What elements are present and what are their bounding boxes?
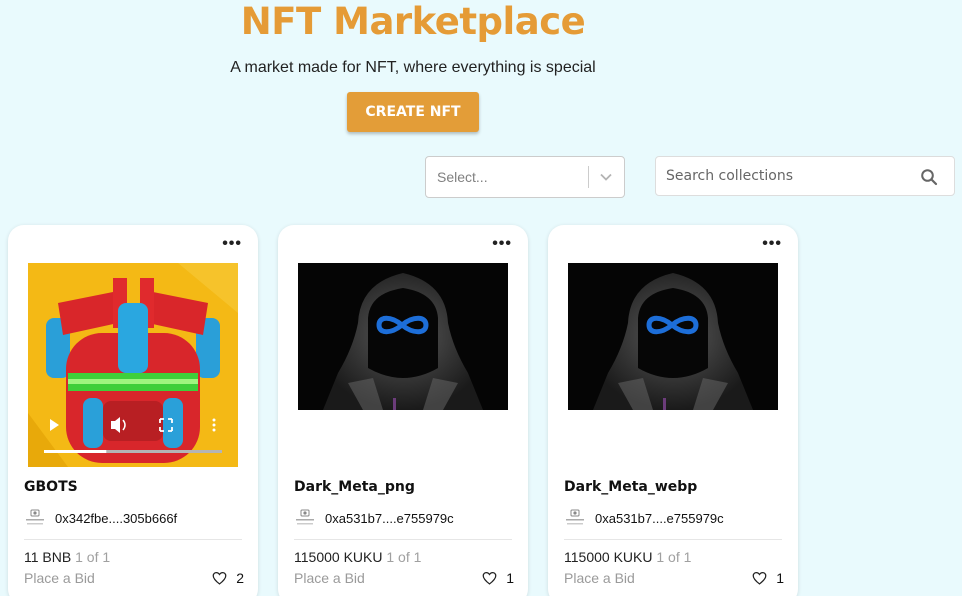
select-placeholder: Select...: [437, 169, 488, 185]
more-options-icon[interactable]: •••: [222, 236, 242, 252]
price: 115000 KUKU 1 of 1: [294, 549, 421, 565]
price: 11 BNB 1 of 1: [24, 549, 110, 565]
like-count: 1: [776, 570, 784, 586]
likes[interactable]: 1: [752, 570, 784, 586]
owner-address: 0xa531b7....e755979c: [325, 510, 454, 526]
gbots-robot-video-frame: [28, 263, 238, 467]
avatar: [566, 509, 584, 525]
owner-info[interactable]: 0xa531b7....e755979c: [294, 508, 454, 528]
heart-icon[interactable]: [752, 571, 767, 585]
nft-card[interactable]: ••• GBOTS 0x342fbe....305b666f 11 BNB 1 …: [8, 225, 258, 596]
price-value: 115000 KUKU: [564, 549, 653, 565]
price-value: 11 BNB: [24, 549, 72, 565]
edition-count: 1 of 1: [386, 549, 422, 565]
search-icon[interactable]: [920, 168, 938, 186]
place-bid-link[interactable]: Place a Bid: [564, 570, 635, 586]
owner-address: 0xa531b7....e755979c: [595, 510, 724, 526]
more-options-icon[interactable]: •••: [762, 236, 782, 252]
collection-select[interactable]: Select...: [425, 156, 625, 198]
divider: [294, 539, 512, 540]
create-nft-button[interactable]: CREATE NFT: [347, 92, 479, 132]
price-value: 115000 KUKU: [294, 549, 383, 565]
avatar: [296, 509, 314, 525]
like-count: 2: [236, 570, 244, 586]
price: 115000 KUKU 1 of 1: [564, 549, 691, 565]
owner-info[interactable]: 0x342fbe....305b666f: [24, 508, 177, 528]
search-box[interactable]: [655, 156, 955, 196]
nft-name[interactable]: GBOTS: [24, 479, 78, 495]
more-options-icon[interactable]: •••: [492, 236, 512, 252]
nft-image[interactable]: [298, 263, 508, 410]
likes[interactable]: 2: [212, 570, 244, 586]
nft-name[interactable]: Dark_Meta_png: [294, 479, 415, 495]
page-title: NFT Marketplace: [240, 0, 586, 43]
nft-image[interactable]: [568, 263, 778, 410]
select-separator: [588, 166, 589, 188]
likes[interactable]: 1: [482, 570, 514, 586]
nft-card[interactable]: ••• Dark_Meta_png 0xa531b7....e755979c 1…: [278, 225, 528, 596]
edition-count: 1 of 1: [656, 549, 692, 565]
heart-icon[interactable]: [482, 571, 497, 585]
chevron-down-icon[interactable]: [598, 169, 614, 185]
edition-count: 1 of 1: [75, 549, 111, 565]
nft-name[interactable]: Dark_Meta_webp: [564, 479, 697, 495]
divider: [24, 539, 242, 540]
hooded-figure-image: [568, 263, 778, 410]
video-progress-fill: [44, 450, 107, 453]
owner-address: 0x342fbe....305b666f: [55, 510, 178, 526]
hooded-figure-image: [298, 263, 508, 410]
divider: [564, 539, 782, 540]
page-subtitle: A market made for NFT, where everything …: [230, 59, 596, 76]
like-count: 1: [506, 570, 514, 586]
avatar: [26, 509, 44, 525]
place-bid-link[interactable]: Place a Bid: [294, 570, 365, 586]
heart-icon[interactable]: [212, 571, 227, 585]
place-bid-link[interactable]: Place a Bid: [24, 570, 95, 586]
nft-card[interactable]: ••• Dark_Meta_webp 0xa531b7....e755979c …: [548, 225, 798, 596]
search-input[interactable]: [656, 157, 906, 195]
nft-video[interactable]: [28, 263, 238, 467]
owner-info[interactable]: 0xa531b7....e755979c: [564, 508, 724, 528]
